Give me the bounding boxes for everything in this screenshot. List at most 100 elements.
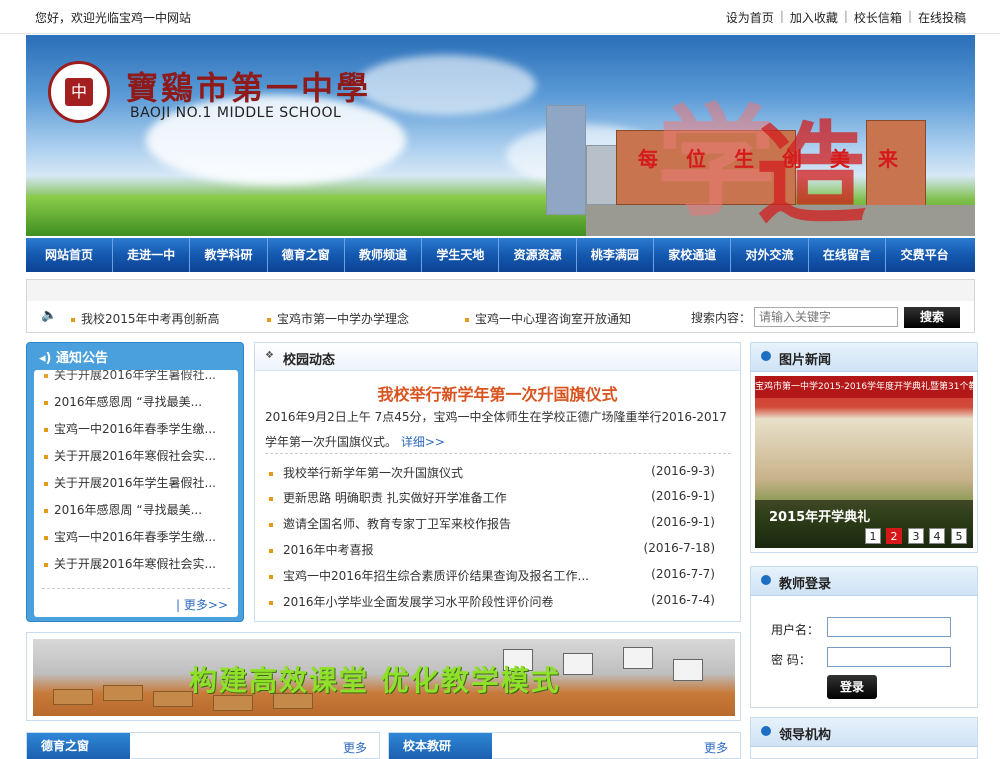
headline-detail-link[interactable]: 详细>> xyxy=(401,435,445,449)
password-input[interactable] xyxy=(827,647,951,667)
slide-page-button[interactable]: 5 xyxy=(951,528,967,544)
news-title: 2016年小学毕业全面发展学习水平阶段性评价问卷 xyxy=(283,595,554,609)
nav-item-message[interactable]: 在线留言 xyxy=(809,238,886,272)
slide-page-button-active[interactable]: 2 xyxy=(886,528,902,544)
search-button[interactable]: 搜索 xyxy=(904,307,960,328)
slide-page-button[interactable]: 4 xyxy=(929,528,945,544)
grid-icon: ❖ xyxy=(265,350,274,361)
password-label: 密 码： xyxy=(771,653,811,667)
notice-box-title-text: 通知公告 xyxy=(56,351,109,366)
bullet-icon xyxy=(761,575,771,585)
username-label: 用户名： xyxy=(771,623,820,637)
news-title: 我校举行新学年第一次升国旗仪式 xyxy=(283,466,464,480)
research-more-link[interactable]: 更多 xyxy=(704,739,728,756)
moral-more-link[interactable]: 更多 xyxy=(343,739,367,756)
research-section: 校本教研 更多 xyxy=(388,732,741,759)
nav-item-students[interactable]: 学生天地 xyxy=(422,238,500,272)
list-item-text: 关于开展2016年寒假社会实... xyxy=(54,557,216,571)
bullet-icon xyxy=(761,351,771,361)
login-button[interactable]: 登录 xyxy=(827,675,877,699)
search-label: 搜索内容： xyxy=(691,311,752,325)
bullet-icon xyxy=(44,454,48,459)
notice-link[interactable]: 宝鸡市第一中学办学理念 xyxy=(267,310,409,327)
nav-item-teaching[interactable]: 教学科研 xyxy=(190,238,268,272)
news-date: (2016-7-4) xyxy=(651,593,715,607)
campus-news-title: 校园动态 xyxy=(283,353,336,368)
moral-section: 德育之窗 更多 xyxy=(26,732,380,759)
search-input[interactable] xyxy=(754,307,898,327)
nav-item-home[interactable]: 网站首页 xyxy=(26,238,113,272)
news-row[interactable]: 我校举行新学年第一次升国旗仪式 (2016-9-3) xyxy=(269,464,715,481)
school-name-en: BAOJI NO.1 MIDDLE SCHOOL xyxy=(130,105,342,121)
list-item[interactable]: 2016年感恩周 “寻找最美... xyxy=(44,393,202,410)
nav-item-about[interactable]: 走进一中 xyxy=(113,238,191,272)
principal-mailbox-link[interactable]: 校长信箱 xyxy=(854,9,902,26)
notice-link[interactable]: 我校2015年中考再创新高 xyxy=(71,310,220,327)
add-favorite-link[interactable]: 加入收藏 xyxy=(790,9,838,26)
nav-item-payment[interactable]: 交费平台 xyxy=(886,238,963,272)
bullet-icon xyxy=(44,481,48,486)
slide-page-button[interactable]: 1 xyxy=(865,528,881,544)
bullet-icon xyxy=(269,471,273,476)
photo-slide[interactable]: 宝鸡市第一中学2015-2016学年度开学典礼暨第31个教师节庆祝大会 2015… xyxy=(755,376,973,548)
photo-news-header: 图片新闻 xyxy=(751,343,977,372)
list-item[interactable]: 关于开展2016年学生暑假社... xyxy=(44,474,216,491)
list-item[interactable]: 关于开展2016年寒假社会实... xyxy=(44,555,216,572)
nav-item-moral[interactable]: 德育之窗 xyxy=(268,238,345,272)
news-title: 宝鸡一中2016年招生综合素质评价结果查询及报名工作... xyxy=(283,569,589,583)
login-title: 教师登录 xyxy=(779,577,832,592)
nav-item-exchange[interactable]: 对外交流 xyxy=(731,238,809,272)
tab-moral[interactable]: 德育之窗 xyxy=(27,733,131,759)
list-item[interactable]: 宝鸡一中2016年春季学生缴... xyxy=(44,420,216,437)
top-links: 设为首页 | 加入收藏 | 校长信箱 | 在线投稿 xyxy=(726,9,966,26)
nav-item-alumni[interactable]: 桃李满园 xyxy=(577,238,655,272)
bullet-icon xyxy=(761,726,771,736)
divider xyxy=(42,588,230,589)
news-row[interactable]: 邀请全国名师、教育专家丁卫军来校作报告 (2016-9-1) xyxy=(269,515,715,532)
desk xyxy=(53,689,93,705)
nav-item-resources[interactable]: 资源资源 xyxy=(499,238,577,272)
news-row[interactable]: 宝鸡一中2016年招生综合素质评价结果查询及报名工作... (2016-7-7) xyxy=(269,567,715,584)
news-date: (2016-9-1) xyxy=(651,515,715,529)
nav-item-home-school[interactable]: 家校通道 xyxy=(654,238,732,272)
bullet-icon xyxy=(267,317,271,322)
list-item[interactable]: 关于开展2016年寒假社会实... xyxy=(44,447,216,464)
set-homepage-link[interactable]: 设为首页 xyxy=(726,9,774,26)
slide-page-button[interactable]: 3 xyxy=(908,528,924,544)
list-item[interactable]: 2016年感恩周 “寻找最美... xyxy=(44,501,202,518)
list-item[interactable]: 关于开展2016年学生暑假社... xyxy=(44,370,216,383)
list-item-text: 宝鸡一中2016年春季学生缴... xyxy=(54,422,216,436)
headline-link[interactable]: 我校举行新学年第一次升国旗仪式 xyxy=(255,381,740,405)
campus-news-box: ❖ 校园动态 我校举行新学年第一次升国旗仪式 2016年9月2日上午 7点45分… xyxy=(254,342,741,622)
notice-more-link[interactable]: | 更多>> xyxy=(176,596,228,613)
notice-text: 宝鸡市第一中学办学理念 xyxy=(277,312,410,326)
notice-link[interactable]: 宝鸡一中心理咨询室开放通知 xyxy=(465,310,631,327)
separator: | xyxy=(779,9,784,23)
online-submission-link[interactable]: 在线投稿 xyxy=(918,9,966,26)
news-title: 2016年中考喜报 xyxy=(283,543,374,557)
separator: | xyxy=(907,9,912,23)
list-item-text: 2016年感恩周 “寻找最美... xyxy=(54,395,203,409)
photo-news-title: 图片新闻 xyxy=(779,353,832,368)
nav-item-teachers[interactable]: 教师频道 xyxy=(345,238,423,272)
list-item[interactable]: 宝鸡一中2016年春季学生缴... xyxy=(44,528,216,545)
photo-news-box: 图片新闻 宝鸡市第一中学2015-2016学年度开学典礼暨第31个教师节庆祝大会… xyxy=(750,342,978,553)
login-header: 教师登录 xyxy=(751,567,977,596)
building xyxy=(546,105,586,215)
main-nav: 网站首页 走进一中 教学科研 德育之窗 教师频道 学生天地 资源资源 桃李满园 … xyxy=(26,238,975,272)
photo-caption: 2015年开学典礼 xyxy=(769,510,871,525)
username-input[interactable] xyxy=(827,617,951,637)
news-title: 邀请全国名师、教育专家丁卫军来校作报告 xyxy=(283,517,512,531)
list-item-text: 关于开展2016年学生暑假社... xyxy=(54,370,216,382)
divider xyxy=(265,453,731,454)
bullet-icon xyxy=(269,574,273,579)
bullet-icon xyxy=(44,508,48,513)
desk xyxy=(153,691,193,707)
notice-box-title: ◂) 通知公告 xyxy=(39,347,108,366)
grass-field xyxy=(26,195,626,236)
tab-research[interactable]: 校本教研 xyxy=(389,733,493,759)
news-date: (2016-9-1) xyxy=(651,489,715,503)
news-row[interactable]: 2016年小学毕业全面发展学习水平阶段性评价问卷 (2016-7-4) xyxy=(269,593,715,610)
news-row[interactable]: 2016年中考喜报 (2016-7-18) xyxy=(269,541,715,558)
news-row[interactable]: 更新思路 明确职责 扎实做好开学准备工作 (2016-9-1) xyxy=(269,489,715,506)
